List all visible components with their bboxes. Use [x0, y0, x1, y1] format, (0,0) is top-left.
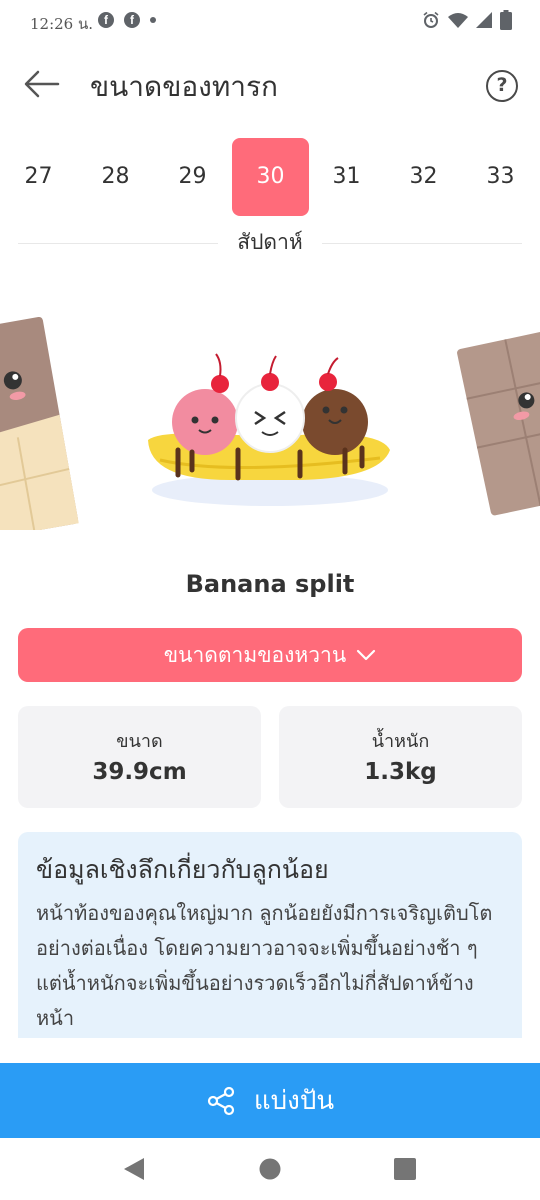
chevron-down-icon: [357, 649, 376, 661]
battery-icon: [500, 10, 512, 30]
weight-label: น้ำหนัก: [371, 731, 430, 752]
share-button[interactable]: แบ่งปัน: [0, 1063, 540, 1138]
week-item-29[interactable]: 29: [154, 138, 231, 216]
help-button[interactable]: ?: [486, 70, 518, 102]
week-caption: สัปดาห์: [237, 230, 303, 254]
arrow-left-icon: [24, 70, 60, 98]
nav-back-icon[interactable]: [122, 1156, 146, 1182]
baby-insight-card: ข้อมูลเชิงลึกเกี่ยวกับลูกน้อย หน้าท้องขอ…: [18, 832, 522, 1038]
size-value: 39.9cm: [92, 759, 187, 785]
facebook-icon: f: [98, 12, 114, 28]
week-item-28[interactable]: 28: [77, 138, 154, 216]
signal-icon: [476, 12, 492, 28]
share-label: แบ่งปัน: [253, 1086, 335, 1116]
nav-recents-icon[interactable]: [394, 1156, 416, 1182]
compare-by-dropdown[interactable]: ขนาดตามของหวาน: [18, 628, 522, 682]
share-icon: [207, 1086, 234, 1115]
question-mark-icon: ?: [496, 74, 508, 96]
status-system-icons: [422, 10, 512, 30]
weight-value: 1.3kg: [364, 759, 437, 785]
system-nav-bar: [0, 1138, 540, 1200]
banana-split-image: [148, 353, 390, 506]
nav-home-icon[interactable]: [259, 1156, 281, 1182]
compare-by-label: ขนาดตามของหวาน: [163, 642, 347, 667]
week-item-33[interactable]: 33: [462, 138, 539, 216]
status-notification-icons: f f: [98, 12, 156, 28]
chocolate-bar-right-image[interactable]: [456, 329, 540, 516]
size-label: ขนาด: [116, 731, 163, 752]
app-header: ขนาดของทารก ?: [0, 52, 540, 116]
chocolate-bar-left-image[interactable]: [0, 316, 79, 539]
weight-card: น้ำหนัก 1.3kg: [279, 706, 522, 808]
back-button[interactable]: [22, 66, 62, 102]
alarm-icon: [423, 11, 439, 28]
week-item-32[interactable]: 32: [385, 138, 462, 216]
fruit-name: Banana split: [185, 570, 355, 598]
week-item-30-selected[interactable]: 30: [232, 138, 309, 216]
facebook-icon: f: [124, 12, 140, 28]
week-item-31[interactable]: 31: [308, 138, 385, 216]
status-bar: 12:26 น. f f: [0, 0, 540, 44]
week-selector: 27 28 29 30 31 32 33: [0, 138, 540, 216]
page-title: ขนาดของทารก: [90, 70, 278, 103]
size-card: ขนาด 39.9cm: [18, 706, 261, 808]
insight-title: ข้อมูลเชิงลึกเกี่ยวกับลูกน้อย: [36, 855, 329, 884]
wifi-icon: [448, 13, 468, 28]
more-notifications-icon: [150, 17, 156, 23]
week-item-27[interactable]: 27: [0, 138, 77, 216]
insight-body: หน้าท้องของคุณใหญ่มาก ลูกน้อยยังมีการเจร…: [36, 901, 493, 1030]
fruit-illustration-carousel[interactable]: [0, 300, 540, 539]
status-time: 12:26 น.: [30, 15, 94, 33]
